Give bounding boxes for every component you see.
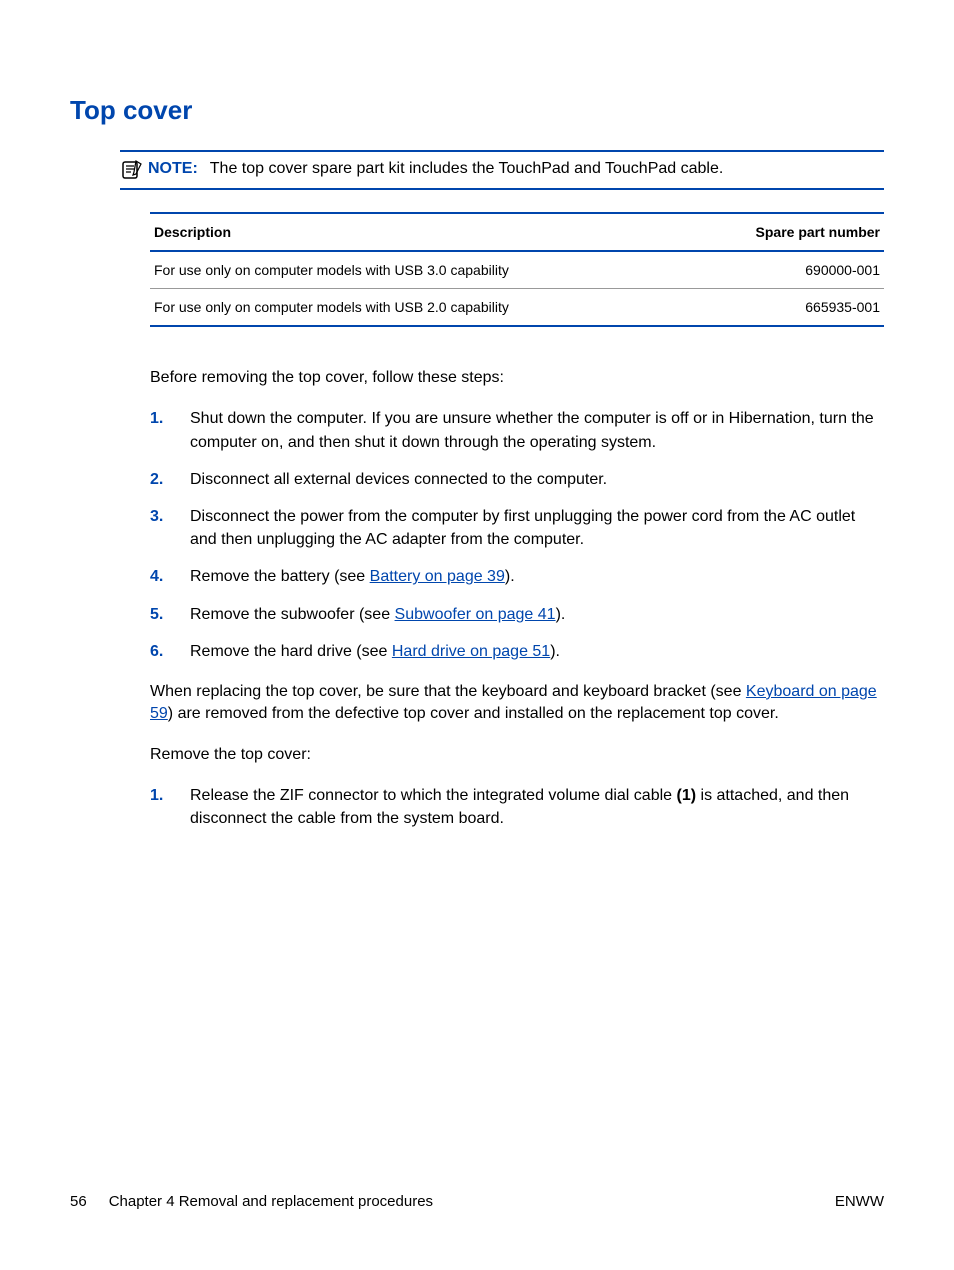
note-label: NOTE: [148,160,198,177]
table-cell-part: 665935-001 [688,289,884,327]
step-text: ). [556,606,566,623]
list-item: Disconnect the power from the computer b… [150,505,884,551]
step-text: Remove the hard drive (see [190,643,392,660]
subwoofer-link[interactable]: Subwoofer on page 41 [395,606,556,623]
step-text: ). [505,568,515,585]
replace-text: When replacing the top cover, be sure th… [150,683,746,700]
note-icon [120,158,144,182]
note-block: NOTE: The top cover spare part kit includ… [120,150,884,190]
intro-text: Before removing the top cover, follow th… [150,367,884,389]
table-row: For use only on computer models with USB… [150,289,884,327]
step-text: Remove the subwoofer (see [190,606,395,623]
remove-steps-list: Release the ZIF connector to which the i… [150,784,884,830]
table-row: For use only on computer models with USB… [150,251,884,289]
table-cell-part: 690000-001 [688,251,884,289]
table-header-description: Description [150,213,688,251]
list-item: Shut down the computer. If you are unsur… [150,407,884,453]
list-item: Remove the hard drive (see Hard drive on… [150,640,884,663]
battery-link[interactable]: Battery on page 39 [370,568,505,585]
page-number: 56 [70,1193,87,1210]
callout-bold: (1) [677,787,697,804]
replace-note: When replacing the top cover, be sure th… [150,681,884,726]
page-footer: 56 Chapter 4 Removal and replacement pro… [70,1193,884,1210]
footer-right: ENWW [835,1193,884,1210]
table-cell-desc: For use only on computer models with USB… [150,289,688,327]
step-text: Release the ZIF connector to which the i… [190,787,677,804]
prep-steps-list: Shut down the computer. If you are unsur… [150,407,884,663]
note-text: The top cover spare part kit includes th… [210,160,724,177]
table-cell-desc: For use only on computer models with USB… [150,251,688,289]
spare-parts-table: Description Spare part number For use on… [150,212,884,327]
list-item: Remove the battery (see Battery on page … [150,565,884,588]
table-header-part-number: Spare part number [688,213,884,251]
chapter-title: Chapter 4 Removal and replacement proced… [109,1193,433,1210]
section-heading: Top cover [70,95,884,126]
replace-text: ) are removed from the defective top cov… [168,705,779,722]
step-text: ). [550,643,560,660]
list-item: Release the ZIF connector to which the i… [150,784,884,830]
hard-drive-link[interactable]: Hard drive on page 51 [392,643,550,660]
list-item: Remove the subwoofer (see Subwoofer on p… [150,603,884,626]
step-text: Remove the battery (see [190,568,370,585]
list-item: Disconnect all external devices connecte… [150,468,884,491]
remove-intro: Remove the top cover: [150,744,884,766]
